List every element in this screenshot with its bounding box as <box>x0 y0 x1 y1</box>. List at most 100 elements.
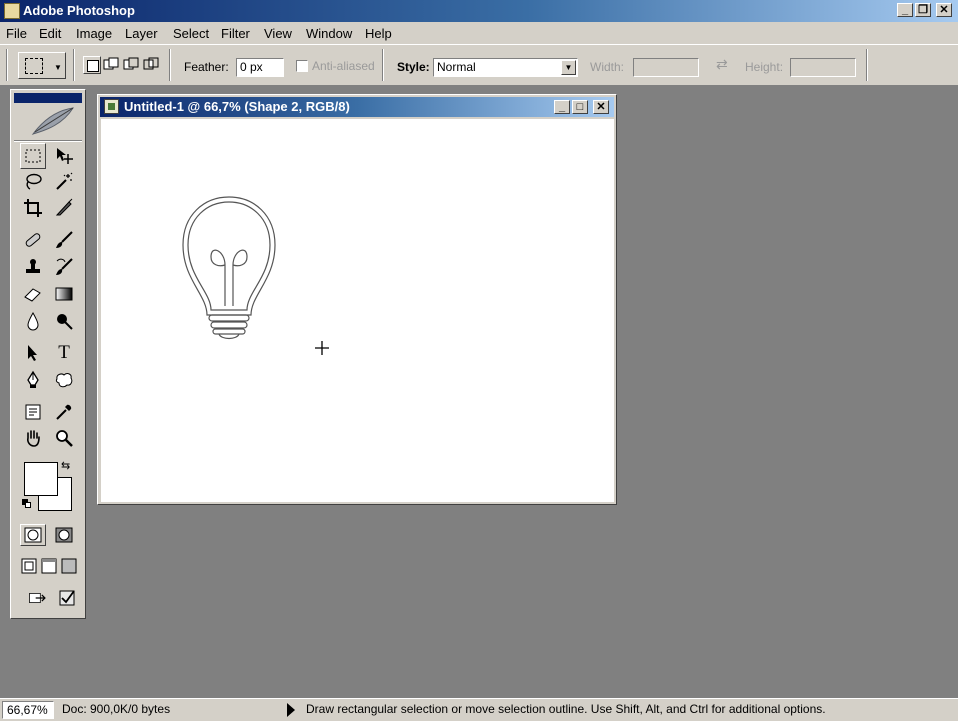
crop-icon <box>24 199 42 217</box>
notes-tool[interactable] <box>20 399 46 425</box>
custom-shape-icon <box>55 373 73 388</box>
document-icon <box>104 99 119 114</box>
rectangular-marquee-icon <box>25 149 41 163</box>
new-selection-button[interactable] <box>83 56 101 74</box>
checkmark-icon <box>59 590 75 606</box>
intersect-selection-icon <box>143 57 159 70</box>
menu-layer[interactable]: Layer <box>125 26 158 41</box>
intersect-selection-button[interactable] <box>142 56 160 74</box>
brush-tool[interactable] <box>51 227 77 253</box>
options-separator <box>866 49 868 81</box>
pen-tool[interactable] <box>20 367 46 393</box>
document-canvas[interactable] <box>101 119 614 502</box>
standard-mode-icon <box>24 527 42 543</box>
menu-file[interactable]: File <box>6 26 27 41</box>
app-title-bar: Adobe Photoshop _ ❐ ✕ <box>0 0 958 22</box>
menu-edit[interactable]: Edit <box>39 26 61 41</box>
rectangular-marquee-tool[interactable] <box>20 143 46 169</box>
magnifier-icon <box>56 430 73 447</box>
lasso-icon <box>26 173 42 190</box>
healing-brush-tool[interactable] <box>20 227 46 253</box>
style-label: Style: <box>397 60 430 74</box>
crop-tool[interactable] <box>20 195 46 221</box>
full-screen-menu-mode-button[interactable] <box>39 556 59 576</box>
foreground-color-swatch[interactable] <box>24 462 58 496</box>
doc-close-button[interactable]: ✕ <box>593 100 609 114</box>
options-separator <box>169 49 171 81</box>
anti-aliased-label: Anti-aliased <box>312 59 375 73</box>
jump-to-imageready-button[interactable] <box>23 586 53 610</box>
options-gripper <box>6 49 8 81</box>
document-window: Untitled-1 @ 66,7% (Shape 2, RGB/8) _ □ … <box>97 94 617 505</box>
gradient-tool[interactable] <box>51 281 77 307</box>
eraser-icon <box>24 288 41 302</box>
height-input[interactable] <box>790 58 856 77</box>
bandage-icon <box>25 233 41 247</box>
toolbox-palette: T ⇆ <box>10 89 86 619</box>
minimize-button[interactable]: _ <box>897 3 913 17</box>
slice-tool[interactable] <box>51 195 77 221</box>
restore-button[interactable]: ❐ <box>915 3 931 17</box>
default-colors-icon[interactable] <box>22 499 31 508</box>
move-tool[interactable] <box>51 143 77 169</box>
new-selection-icon <box>87 60 99 72</box>
eraser-tool[interactable] <box>20 281 46 307</box>
doc-size-info: Doc: 900,0K/0 bytes <box>62 702 171 716</box>
style-select-value: Normal <box>437 60 476 74</box>
history-brush-tool[interactable] <box>51 254 77 280</box>
options-bar: ▼ Feather: 0 px Anti-aliased Style: Norm… <box>0 44 958 86</box>
close-button[interactable]: ✕ <box>936 3 952 17</box>
history-brush-icon <box>56 258 73 275</box>
custom-shape-tool[interactable] <box>51 367 77 393</box>
crosshair-cursor <box>315 341 329 355</box>
status-menu-arrow-icon[interactable] <box>287 703 295 717</box>
options-separator <box>73 49 75 81</box>
zoom-tool[interactable] <box>51 425 77 451</box>
doc-maximize-button[interactable]: □ <box>572 100 588 114</box>
swap-dimensions-icon[interactable]: ⇄ <box>716 56 728 73</box>
app-title: Adobe Photoshop <box>23 3 135 18</box>
menu-view[interactable]: View <box>264 26 292 41</box>
feather-logo-icon[interactable] <box>19 104 79 138</box>
subtract-from-selection-button[interactable] <box>122 56 140 74</box>
menu-select[interactable]: Select <box>173 26 209 41</box>
doc-minimize-button[interactable]: _ <box>554 100 570 114</box>
chevron-down-icon[interactable]: ▼ <box>561 60 576 75</box>
zoom-level-field[interactable]: 66,67% <box>2 701 54 719</box>
hand-tool[interactable] <box>20 425 46 451</box>
menu-help[interactable]: Help <box>365 26 392 41</box>
path-selection-tool[interactable] <box>20 340 46 366</box>
anti-aliased-checkbox[interactable] <box>296 60 308 72</box>
menu-image[interactable]: Image <box>76 26 112 41</box>
blur-tool[interactable] <box>20 308 46 334</box>
add-to-selection-button[interactable] <box>102 56 120 74</box>
type-tool[interactable]: T <box>51 340 77 366</box>
dodge-icon <box>57 314 73 330</box>
full-screen-mode-button[interactable] <box>59 556 79 576</box>
feather-input[interactable]: 0 px <box>236 58 284 77</box>
type-icon: T <box>58 342 70 363</box>
menu-filter[interactable]: Filter <box>221 26 250 41</box>
stamp-icon <box>26 259 40 273</box>
tool-preset-picker[interactable]: ▼ <box>18 52 66 79</box>
style-select[interactable]: Normal ▼ <box>433 58 578 77</box>
eyedropper-tool[interactable] <box>51 399 77 425</box>
quick-mask-button[interactable] <box>51 524 77 546</box>
toolbox-header[interactable] <box>14 93 82 103</box>
swap-colors-icon[interactable]: ⇆ <box>61 459 70 472</box>
standard-screen-mode-button[interactable] <box>19 556 39 576</box>
full-screen-menu-icon <box>41 558 57 574</box>
imageready-icon-button[interactable] <box>55 586 79 610</box>
pen-icon <box>27 370 39 388</box>
magic-wand-tool[interactable] <box>51 169 77 195</box>
add-selection-icon <box>103 57 119 70</box>
status-bar: 66,67% Doc: 900,0K/0 bytes Draw rectangu… <box>0 698 958 721</box>
chevron-down-icon: ▼ <box>54 63 62 72</box>
document-title-bar[interactable]: Untitled-1 @ 66,7% (Shape 2, RGB/8) _ □ … <box>100 97 614 117</box>
standard-mode-button[interactable] <box>20 524 46 546</box>
lasso-tool[interactable] <box>20 169 46 195</box>
menu-window[interactable]: Window <box>306 26 352 41</box>
clone-stamp-tool[interactable] <box>20 254 46 280</box>
width-input[interactable] <box>633 58 699 77</box>
dodge-tool[interactable] <box>51 308 77 334</box>
